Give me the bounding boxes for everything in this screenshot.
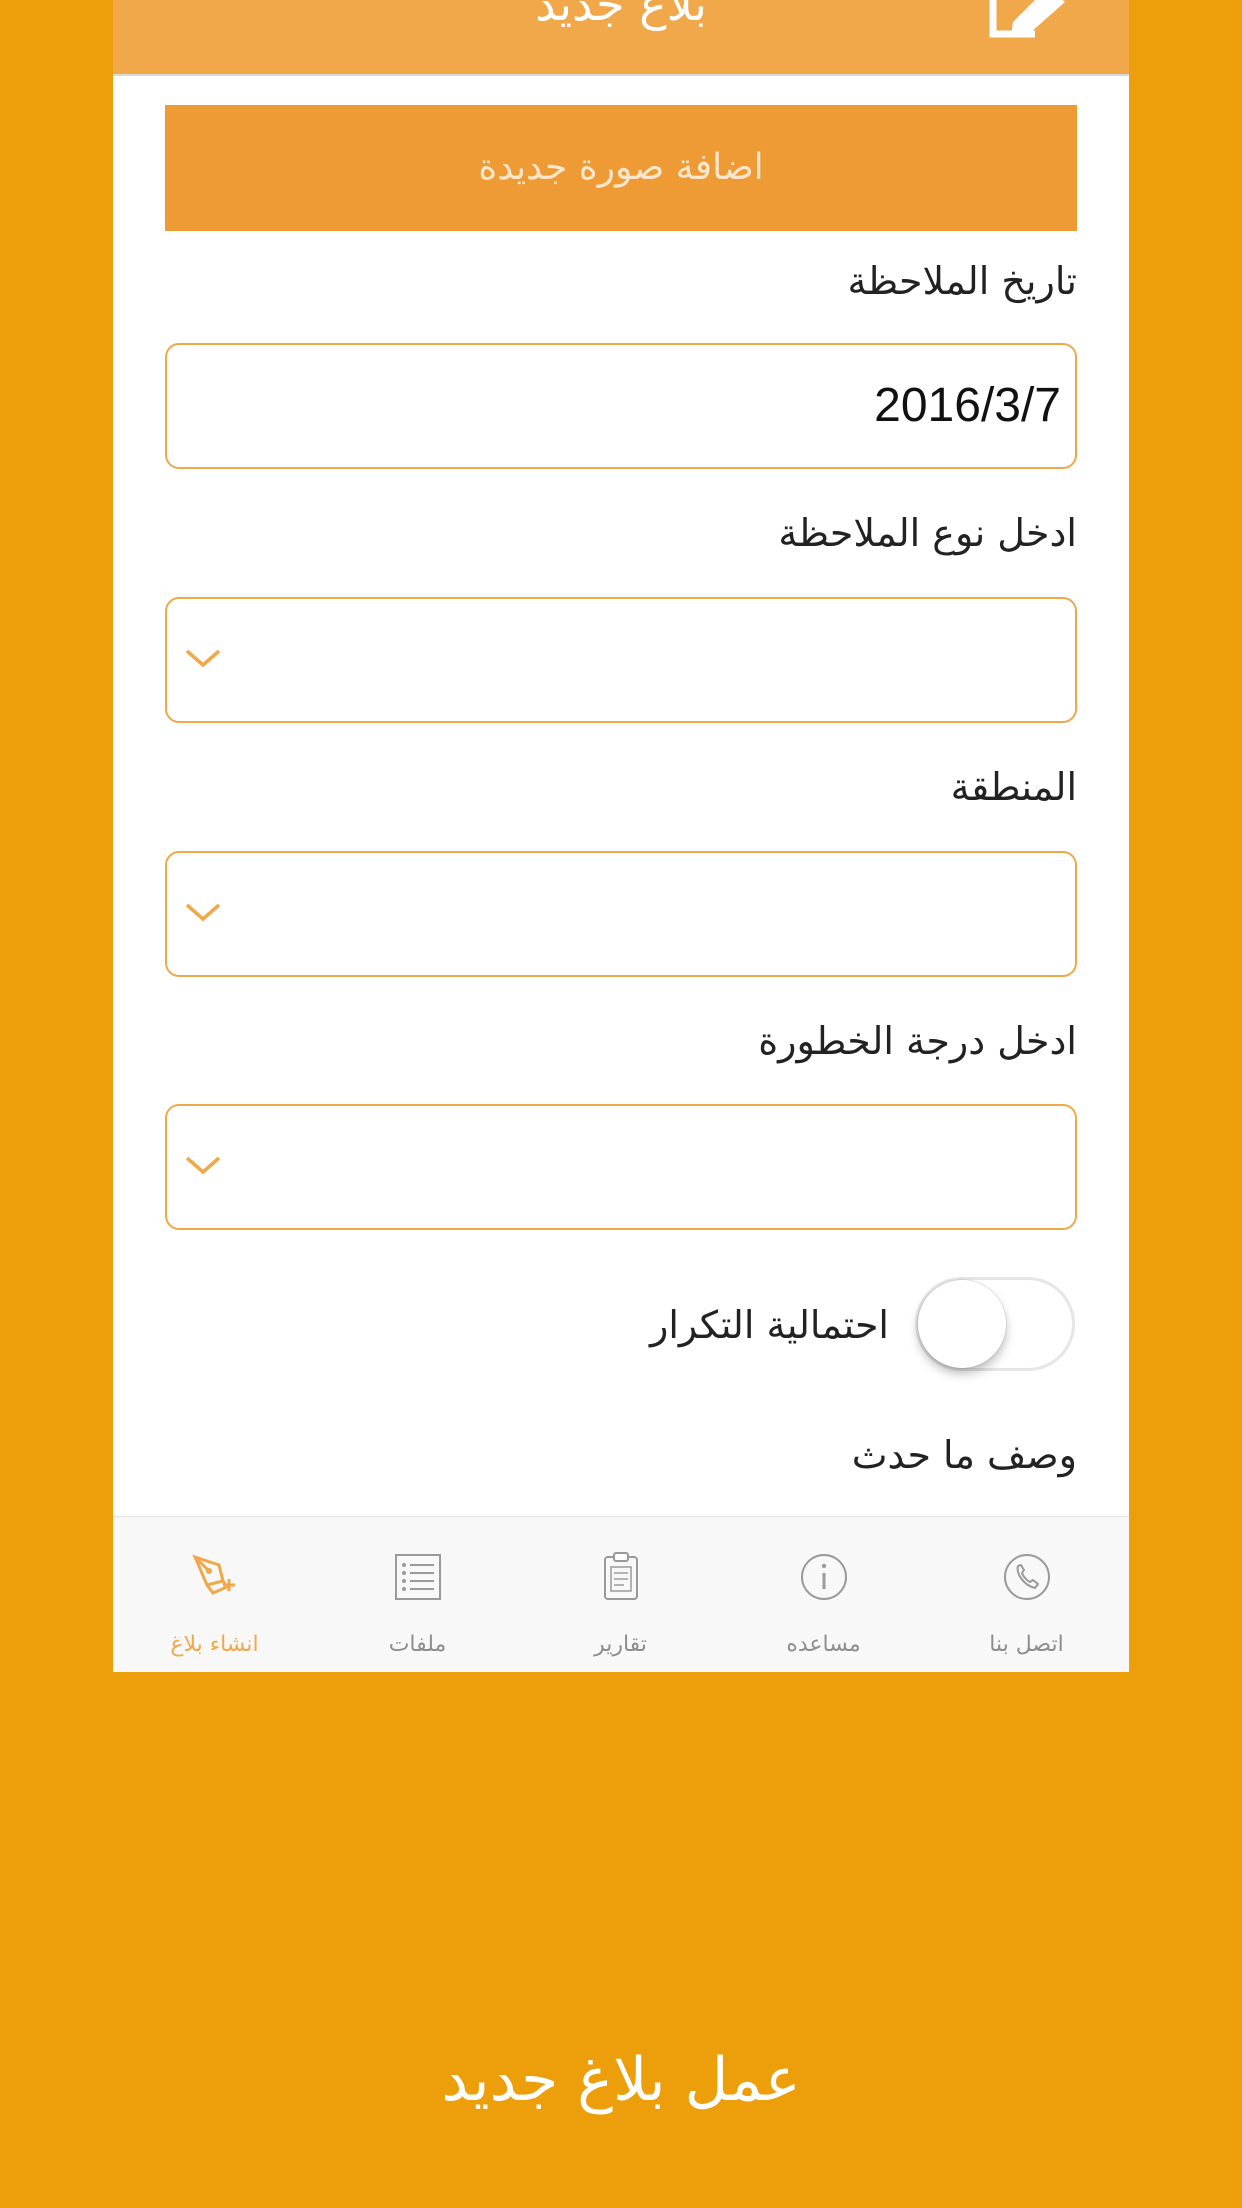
date-value: 2016/3/7 [874,379,1061,432]
phone-icon [1004,1554,1050,1600]
recurrence-toggle[interactable] [915,1277,1075,1371]
severity-select[interactable] [165,1104,1077,1230]
page-title: بلاغ جديد [535,0,707,31]
type-label: ادخل نوع الملاحظة [778,511,1077,555]
nav-bar: بلاغ جديد [113,0,1129,76]
description-label: وصف ما حدث [851,1433,1077,1477]
list-icon [395,1554,441,1600]
edit-icon[interactable] [987,0,1071,40]
tab-label: ملفات [388,1632,447,1657]
toggle-knob [918,1280,1006,1368]
date-field[interactable]: 2016/3/7 [165,343,1077,469]
tab-files[interactable]: ملفات [316,1517,519,1672]
region-select[interactable] [165,851,1077,977]
severity-label: ادخل درجة الخطورة [758,1019,1077,1063]
tab-reports[interactable]: تقارير [519,1517,722,1672]
app-screen: بلاغ جديد اضافة صورة جديدة تاريخ الملاحظ… [113,0,1129,1672]
date-label: تاريخ الملاحظة [847,259,1077,303]
chevron-down-icon [185,1156,221,1175]
tab-label: تقارير [594,1632,647,1657]
tab-contact[interactable]: اتصل بنا [925,1517,1128,1672]
add-photo-button[interactable]: اضافة صورة جديدة [165,105,1077,231]
region-label: المنطقة [950,765,1077,809]
recurrence-label: احتمالية التكرار [649,1303,889,1347]
new-report-icon [192,1554,235,1595]
tab-label: اتصل بنا [989,1632,1064,1657]
chevron-down-icon [185,649,221,668]
chevron-down-icon [185,903,221,922]
type-select[interactable] [165,597,1077,723]
tab-bar: انشاء بلاغ ملفات تقارير مساعده اتصل بنا [113,1516,1129,1672]
tab-label: مساعده [786,1632,861,1657]
info-icon [801,1554,847,1600]
tab-new-report[interactable]: انشاء بلاغ [113,1517,316,1672]
tab-label: انشاء بلاغ [170,1632,259,1657]
tab-help[interactable]: مساعده [722,1517,925,1672]
promo-caption: عمل بلاغ جديد [441,2045,801,2115]
clipboard-icon [604,1552,638,1600]
